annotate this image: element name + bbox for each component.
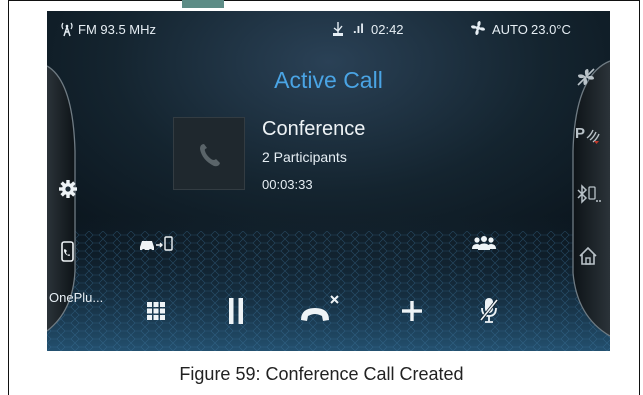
previous-figure-edge (182, 0, 224, 8)
hold-icon[interactable] (228, 297, 244, 325)
fan-icon[interactable] (469, 19, 487, 37)
radio-frequency[interactable]: FM 93.5 MHz (78, 22, 156, 38)
call-duration: 00:03:33 (262, 177, 313, 192)
clock: 02:42 (371, 22, 404, 37)
climate-off-icon[interactable] (575, 66, 597, 88)
phone-handset-icon (200, 144, 220, 167)
figure-caption: Figure 59: Conference Call Created (179, 364, 464, 384)
usb-icon (333, 22, 343, 36)
screen-title: Active Call (274, 67, 383, 93)
infotainment-screen: FM 93.5 MHz .ıl 02:42 AUTO 23.0°C Active… (47, 11, 610, 351)
settings-gear-icon[interactable] (58, 179, 78, 199)
parking-sensor-icon[interactable]: P (575, 123, 601, 145)
frame-right-rule (639, 0, 640, 395)
mute-mic-icon[interactable] (479, 296, 499, 324)
frame-top-rule (8, 0, 640, 1)
frame-left-rule (8, 0, 9, 395)
svg-text:P: P (575, 125, 585, 142)
home-icon[interactable] (578, 246, 598, 266)
caller-avatar (173, 117, 245, 190)
participant-count: 2 Participants (262, 149, 347, 165)
temperature[interactable]: 23.0°C (531, 22, 571, 38)
signal-strength: .ıl (353, 21, 364, 36)
add-call-icon[interactable] (401, 300, 423, 322)
caller-name: Conference (262, 118, 366, 140)
paired-device-label[interactable]: OnePlu... (49, 290, 103, 306)
radio-antenna-icon (61, 22, 73, 37)
phone-device-icon[interactable] (59, 241, 77, 263)
bluetooth-icon[interactable] (575, 184, 603, 206)
keypad-icon[interactable] (146, 301, 166, 321)
participants-icon[interactable] (472, 235, 496, 251)
car-to-phone-icon[interactable] (138, 235, 176, 253)
end-call-icon[interactable] (297, 294, 341, 326)
climate-mode[interactable]: AUTO (492, 22, 528, 38)
